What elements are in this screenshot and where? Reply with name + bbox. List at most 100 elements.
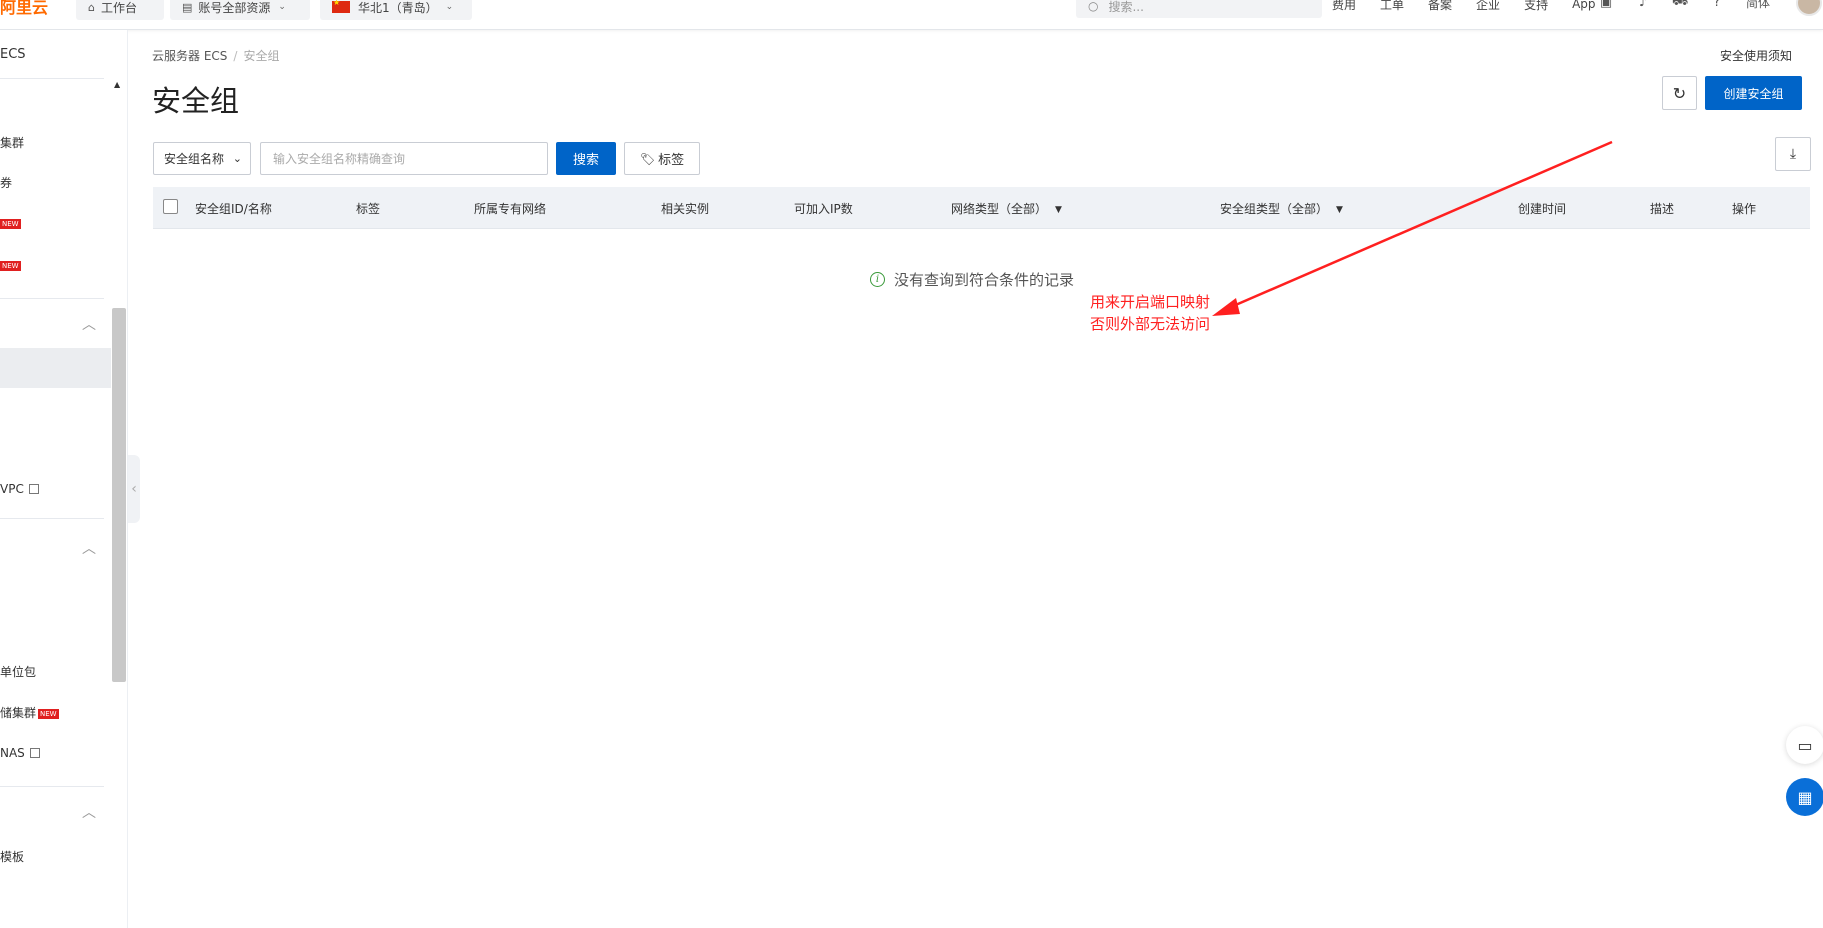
- select-all-checkbox[interactable]: [163, 199, 178, 214]
- new-badge: NEW: [38, 708, 59, 719]
- link-enterprise[interactable]: 企业: [1476, 0, 1500, 13]
- avatar[interactable]: [1796, 0, 1822, 16]
- scroll-up-icon[interactable]: ▲: [114, 80, 120, 89]
- link-support[interactable]: 支持: [1524, 0, 1548, 13]
- link-billing[interactable]: 费用: [1332, 0, 1356, 13]
- annotation-text: 用来开启端口映射 否则外部无法访问: [1090, 291, 1210, 335]
- sidebar-scrollbar[interactable]: [112, 308, 126, 682]
- breadcrumb-root[interactable]: 云服务器 ECS: [152, 49, 227, 63]
- empty-state: i 没有查询到符合条件的记录: [870, 269, 1074, 290]
- search-button[interactable]: 搜索: [556, 142, 616, 175]
- external-link-icon: [28, 484, 39, 494]
- sidebar-divider: [0, 78, 104, 79]
- column-instances: 相关实例: [661, 202, 710, 216]
- column-ip-count: 可加入IP数: [794, 202, 853, 216]
- breadcrumb-current: 安全组: [243, 49, 280, 63]
- top-links: 费用 工单 备案 企业 支持 App: [1332, 0, 1620, 14]
- top-icons: ▣ ♪ ⛟ ? 简体: [1598, 0, 1791, 10]
- link-app[interactable]: App: [1572, 0, 1595, 11]
- chevron-left-icon: ‹: [131, 481, 137, 497]
- china-flag-icon: [332, 0, 350, 13]
- tag-filter-button[interactable]: 🏷 标签: [624, 142, 700, 175]
- download-button[interactable]: ⤓: [1775, 137, 1811, 171]
- filter-field-value: 安全组名称: [164, 152, 225, 166]
- region-label: 华北1（青岛）: [358, 0, 438, 15]
- column-network-type[interactable]: 网络类型（全部） ▼: [951, 200, 1062, 217]
- cart-icon[interactable]: ⛟: [1672, 0, 1688, 10]
- sidebar-item-unit-pack[interactable]: 单位包: [0, 663, 36, 680]
- sidebar-item-cluster[interactable]: 集群: [0, 134, 24, 151]
- sidebar-item-new-1[interactable]: NEW: [0, 216, 21, 230]
- sidebar-divider: [0, 786, 104, 787]
- region-dropdown[interactable]: 华北1（青岛） ⌄: [320, 0, 472, 20]
- help-icon[interactable]: ?: [1709, 0, 1725, 10]
- chat-icon: ▭: [1797, 735, 1813, 755]
- resources-label: 账号全部资源: [198, 0, 271, 15]
- empty-state-text: 没有查询到符合条件的记录: [894, 271, 1075, 289]
- sidebar-item-vpc[interactable]: VPC: [0, 482, 39, 496]
- sidebar-item-selected[interactable]: [0, 348, 111, 388]
- link-tickets[interactable]: 工单: [1380, 0, 1404, 13]
- column-created-time: 创建时间: [1518, 202, 1567, 216]
- refresh-icon: ↻: [1672, 83, 1687, 103]
- breadcrumb: 云服务器 ECS / 安全组: [152, 47, 279, 64]
- filter-field-select[interactable]: 安全组名称 ⌄: [153, 142, 251, 175]
- sidebar-item-storage-cluster[interactable]: 储集群 NEW: [0, 704, 59, 721]
- sidebar-divider: [0, 298, 104, 299]
- download-icon: ⤓: [1789, 146, 1797, 162]
- language-switch[interactable]: 简体: [1746, 0, 1770, 10]
- create-security-group-button[interactable]: 创建安全组: [1705, 76, 1802, 110]
- security-group-search-input[interactable]: [260, 142, 548, 175]
- server-icon: ▤: [182, 0, 193, 14]
- chevron-down-icon: ⌄: [232, 152, 242, 165]
- annotation-line-1: 用来开启端口映射: [1090, 293, 1211, 311]
- refresh-button[interactable]: ↻: [1662, 76, 1697, 110]
- search-placeholder: 搜索...: [1108, 0, 1144, 14]
- sidebar-divider: [0, 518, 104, 519]
- caret-down-icon: ▼: [1336, 205, 1343, 215]
- breadcrumb-separator: /: [233, 49, 238, 63]
- search-icon: ○: [1088, 0, 1099, 13]
- external-link-icon: [29, 748, 40, 758]
- top-navbar: 阿里云 ⌂ 工作台 ▤ 账号全部资源 ⌄ 华北1（青岛） ⌄ ○ 搜索... 费…: [0, 0, 1823, 30]
- table-header: 安全组ID/名称 标签 所属专有网络 相关实例 可加入IP数 网络类型（全部） ▼…: [153, 187, 1810, 229]
- sidebar: ECS ▲ 集群 券 NEW NEW ︿ VPC ︿ 单位包 储集群 NEW NA…: [0, 30, 128, 928]
- chevron-up-icon[interactable]: ︿: [82, 538, 96, 558]
- annotation-arrow: [1212, 140, 1613, 316]
- sidebar-item-nas[interactable]: NAS: [0, 746, 40, 760]
- column-description: 描述: [1650, 202, 1675, 216]
- home-icon: ⌂: [88, 0, 95, 14]
- workbench-label: 工作台: [100, 0, 137, 15]
- sidebar-item-coupon[interactable]: 券: [0, 174, 12, 191]
- bell-icon[interactable]: ♪: [1635, 0, 1651, 10]
- new-badge: NEW: [0, 260, 21, 271]
- new-badge: NEW: [0, 218, 21, 229]
- aliyun-logo[interactable]: 阿里云: [0, 0, 48, 18]
- sidebar-collapse-handle[interactable]: ‹: [128, 455, 140, 523]
- page-title: 安全组: [152, 84, 240, 118]
- chat-button[interactable]: ▭: [1786, 726, 1823, 764]
- column-actions: 操作: [1732, 202, 1757, 216]
- column-vpc: 所属专有网络: [474, 202, 547, 216]
- info-icon: i: [870, 272, 885, 287]
- tag-icon: 🏷: [639, 151, 656, 166]
- chevron-up-icon[interactable]: ︿: [82, 802, 96, 822]
- tag-button-label: 标签: [658, 153, 685, 168]
- link-icp[interactable]: 备案: [1428, 0, 1452, 13]
- workbench-button[interactable]: ⌂ 工作台: [76, 0, 164, 20]
- resources-dropdown[interactable]: ▤ 账号全部资源 ⌄: [170, 0, 310, 20]
- global-search[interactable]: ○ 搜索...: [1076, 0, 1322, 18]
- chevron-down-icon: ⌄: [278, 2, 286, 12]
- sidebar-item-new-2[interactable]: NEW: [0, 258, 21, 272]
- column-group-type[interactable]: 安全组类型（全部） ▼: [1220, 200, 1343, 217]
- apps-button[interactable]: ▦: [1786, 778, 1823, 816]
- terminal-icon[interactable]: ▣: [1598, 0, 1614, 10]
- caret-down-icon: ▼: [1055, 205, 1062, 215]
- sidebar-item-template[interactable]: 模板: [0, 848, 24, 865]
- column-id-name: 安全组ID/名称: [195, 202, 272, 216]
- security-notice-link[interactable]: 安全使用须知: [1720, 47, 1792, 64]
- chevron-up-icon[interactable]: ︿: [82, 314, 96, 334]
- apps-grid-icon: ▦: [1797, 787, 1813, 807]
- annotation-line-2: 否则外部无法访问: [1090, 315, 1211, 333]
- column-tags: 标签: [356, 202, 381, 216]
